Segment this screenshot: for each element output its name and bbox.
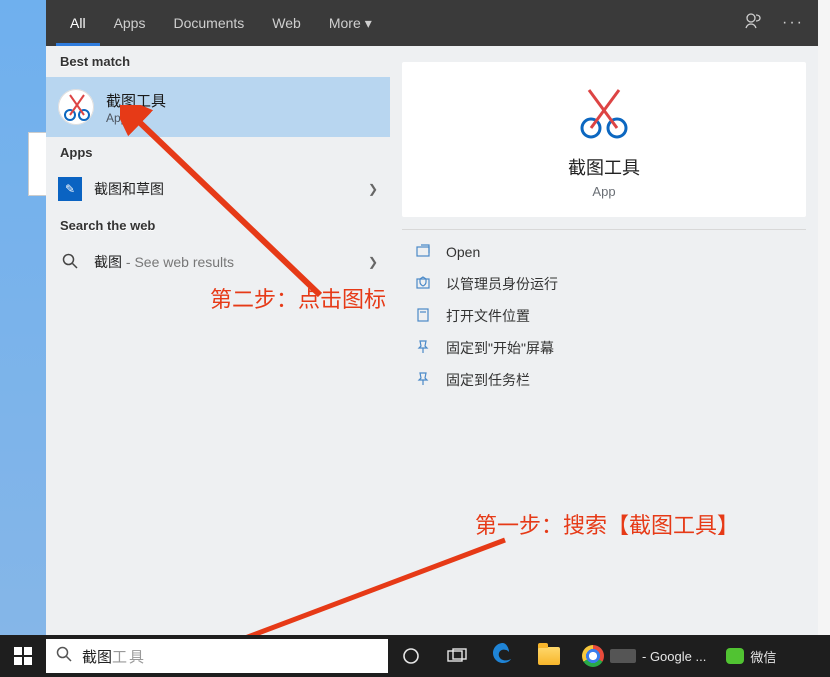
taskbar-cortana[interactable] [388, 635, 434, 677]
taskbar-chrome[interactable]: - Google ... [572, 645, 716, 667]
edge-icon [492, 642, 514, 670]
taskbar-edge[interactable] [480, 635, 526, 677]
more-options-icon[interactable]: ··· [782, 14, 804, 32]
search-tab-bar: All Apps Documents Web More ▾ ··· [46, 0, 818, 46]
snipping-tool-icon [58, 89, 94, 125]
pin-icon [416, 372, 432, 389]
open-icon [416, 244, 432, 261]
best-match-sub: App [106, 111, 166, 125]
search-results-left: Best match 截图工具 App Apps ✎ 截图和草图 ❯ Searc… [46, 46, 390, 635]
web-result-row[interactable]: 截图 - See web results ❯ [46, 241, 390, 283]
preview-sub: App [592, 184, 615, 199]
chevron-right-icon: ❯ [368, 182, 378, 196]
wechat-icon [726, 648, 744, 664]
tab-all[interactable]: All [56, 0, 100, 46]
action-run-admin-label: 以管理员身份运行 [446, 274, 558, 294]
snipping-tool-icon-large [569, 86, 639, 142]
action-run-admin[interactable]: 以管理员身份运行 [390, 268, 818, 300]
search-results-right: 截图工具 App Open 以管理员身份运行 打开文件位置 [390, 46, 818, 635]
apps-row-label: 截图和草图 [94, 179, 164, 199]
chrome-thumb [610, 649, 636, 663]
folder-icon [416, 308, 432, 325]
action-open-location[interactable]: 打开文件位置 [390, 300, 818, 332]
search-entered-text: 截图 [82, 646, 112, 667]
action-open[interactable]: Open [390, 236, 818, 268]
feedback-icon[interactable] [744, 12, 762, 35]
pin-icon [416, 340, 432, 357]
action-pin-taskbar[interactable]: 固定到任务栏 [390, 364, 818, 396]
taskbar-wechat[interactable]: 微信 [716, 647, 786, 666]
app-preview-card: 截图工具 App [402, 62, 806, 217]
best-match-title: 截图工具 [106, 90, 166, 111]
tab-web[interactable]: Web [258, 0, 315, 46]
wechat-label: 微信 [750, 647, 776, 666]
shield-icon [416, 276, 432, 293]
action-pin-start[interactable]: 固定到"开始"屏幕 [390, 332, 818, 364]
taskbar-search-box[interactable]: 截图工具 [46, 639, 388, 673]
tab-more[interactable]: More ▾ [315, 0, 386, 46]
taskbar: 截图工具 - Google ... 微信 [0, 635, 830, 677]
preview-title: 截图工具 [568, 154, 640, 180]
desktop-background-strip [0, 0, 46, 635]
divider [402, 229, 806, 230]
search-autocomplete-text: 工具 [112, 646, 146, 667]
action-pin-start-label: 固定到"开始"屏幕 [446, 338, 554, 358]
action-pin-taskbar-label: 固定到任务栏 [446, 370, 530, 390]
tab-apps[interactable]: Apps [100, 0, 160, 46]
web-result-term: 截图 [94, 254, 122, 270]
snip-sketch-icon: ✎ [58, 177, 82, 201]
tab-documents[interactable]: Documents [159, 0, 258, 46]
action-open-location-label: 打开文件位置 [446, 306, 530, 326]
tab-more-label: More [329, 0, 361, 46]
web-result-suffix: - See web results [122, 254, 234, 270]
chrome-icon [582, 645, 604, 667]
search-icon [56, 646, 72, 667]
taskbar-task-view[interactable] [434, 635, 480, 677]
apps-header: Apps [46, 137, 390, 168]
search-icon [58, 253, 82, 272]
chrome-label: - Google ... [642, 649, 706, 664]
folder-icon [538, 647, 560, 665]
best-match-row[interactable]: 截图工具 App [46, 77, 390, 137]
apps-row-snip-sketch[interactable]: ✎ 截图和草图 ❯ [46, 168, 390, 210]
taskbar-explorer[interactable] [526, 635, 572, 677]
search-results-body: Best match 截图工具 App Apps ✎ 截图和草图 ❯ Searc… [46, 46, 818, 635]
chevron-right-icon: ❯ [368, 255, 378, 269]
action-open-label: Open [446, 244, 480, 260]
start-button[interactable] [0, 635, 46, 677]
best-match-header: Best match [46, 46, 390, 77]
chevron-down-icon: ▾ [365, 0, 372, 46]
search-web-header: Search the web [46, 210, 390, 241]
